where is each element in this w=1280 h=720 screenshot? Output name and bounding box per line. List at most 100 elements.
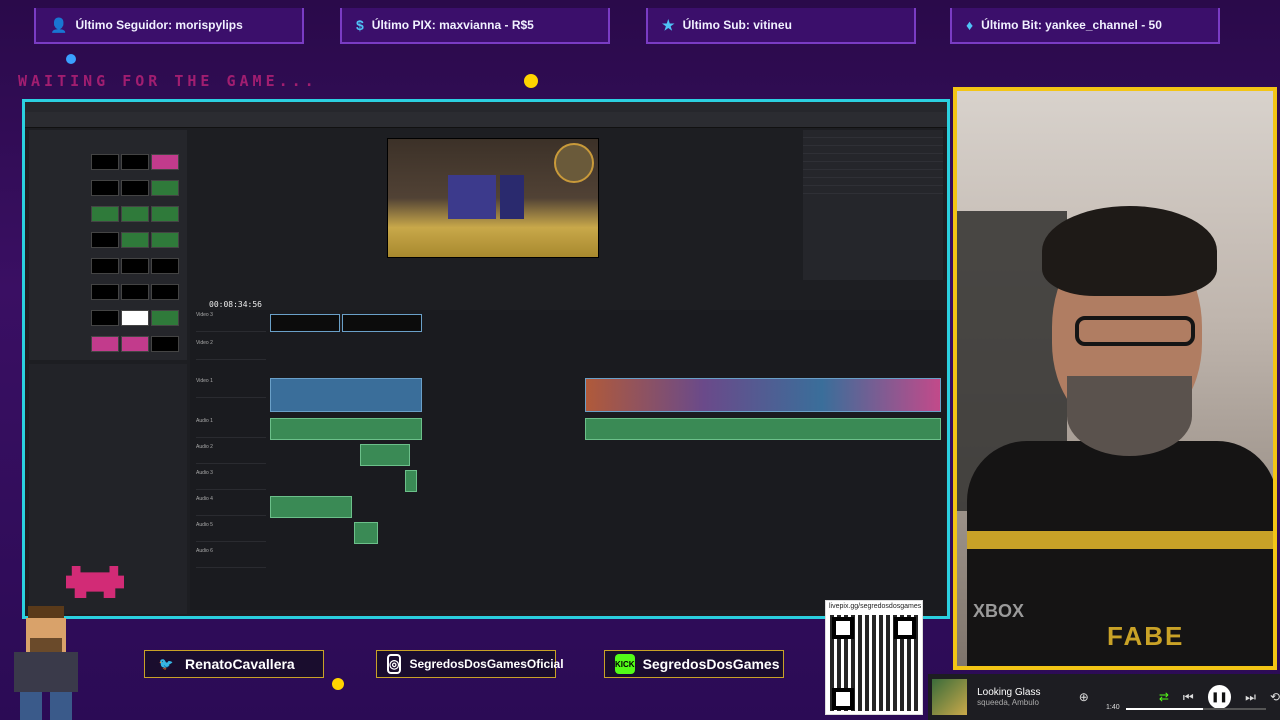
media-thumb[interactable] [91, 206, 119, 222]
track-artist: squeeda, Ambulo [977, 698, 1039, 707]
timeline-clip[interactable] [270, 314, 340, 332]
decor-dot [66, 54, 76, 64]
next-icon[interactable]: ⏭ [1245, 690, 1256, 705]
twitter-icon: 🐦 [158, 657, 174, 671]
media-pool[interactable] [29, 130, 187, 360]
track-label[interactable]: Audio 4 [196, 496, 266, 516]
inspector-row[interactable] [803, 178, 943, 186]
track-label[interactable]: Audio 3 [196, 470, 266, 490]
timeline[interactable]: Video 3 Video 2 Video 1 Audio 1 Audio 2 … [190, 310, 946, 610]
alert-sub-text: Último Sub: vitineu [682, 18, 792, 32]
alert-pix-text: Último PIX: maxvianna - R$5 [371, 18, 534, 32]
timeline-clip[interactable] [270, 496, 352, 518]
webcam-feed: XBOX FABE [953, 87, 1277, 670]
repeat-icon[interactable]: ⟲ [1270, 690, 1280, 704]
media-thumb[interactable] [121, 206, 149, 222]
inspector-row[interactable] [803, 130, 943, 138]
editor-menubar[interactable] [25, 102, 947, 112]
pause-button[interactable]: ❚❚ [1207, 685, 1232, 709]
viewer-scene-shape [500, 175, 524, 219]
media-thumb[interactable] [121, 154, 149, 170]
track-label[interactable]: Audio 1 [196, 418, 266, 438]
track-label[interactable]: Video 1 [196, 378, 266, 398]
track-time: 1:40 [1106, 704, 1120, 711]
webcam-shirt-text: FABE [1107, 621, 1185, 651]
timeline-clip[interactable] [270, 418, 422, 440]
track-meta: Looking Glass squeeda, Ambulo [977, 687, 1065, 707]
media-thumb[interactable] [121, 310, 149, 326]
media-thumb[interactable] [151, 180, 179, 196]
user-icon: 👤 [50, 16, 68, 33]
timeline-timecode: 00:08:34:56 [209, 300, 262, 309]
media-thumb[interactable] [121, 258, 149, 274]
timeline-clip[interactable] [585, 418, 941, 440]
media-thumb[interactable] [151, 258, 179, 274]
timeline-clip[interactable] [354, 522, 378, 544]
kick-icon: KICK [615, 654, 635, 674]
dollar-icon: $ [356, 17, 364, 33]
social-instagram: ◎ SegredosDosGamesOficial [376, 650, 564, 678]
webcam-shirt-stripe [967, 531, 1273, 549]
shuffle-icon[interactable]: ⇄ [1159, 690, 1169, 704]
media-thumb[interactable] [91, 310, 119, 326]
timeline-clip[interactable] [585, 378, 941, 412]
track-title: Looking Glass [977, 687, 1041, 698]
waiting-banner: WAITING FOR THE GAME... [18, 72, 318, 90]
timeline-clip[interactable] [405, 470, 417, 492]
diamond-icon: ♦ [966, 17, 974, 33]
track-label[interactable]: Video 2 [196, 340, 266, 360]
instagram-handle: SegredosDosGamesOficial [409, 657, 564, 671]
social-twitter: 🐦 RenatoCavallera [144, 650, 324, 678]
inspector-row[interactable] [803, 146, 943, 154]
donation-qr-code: livepix.gg/segredosdosgames [825, 600, 923, 715]
inspector-row[interactable] [803, 186, 943, 194]
media-thumb[interactable] [151, 336, 179, 352]
alert-follower-text: Último Seguidor: morispylips [75, 18, 243, 32]
twitter-handle: RenatoCavallera [185, 656, 295, 672]
media-thumb[interactable] [91, 336, 119, 352]
track-progress[interactable] [1126, 708, 1266, 710]
alert-last-sub: ★ Último Sub: vitineu [646, 8, 916, 44]
track-label[interactable]: Video 3 [196, 312, 266, 332]
media-thumb[interactable] [91, 284, 119, 300]
media-thumb[interactable] [121, 336, 149, 352]
media-thumb[interactable] [151, 232, 179, 248]
media-thumb[interactable] [121, 284, 149, 300]
now-playing-widget[interactable]: Looking Glass squeeda, Ambulo ⊕ ⇄ ⏮ ❚❚ ⏭… [928, 674, 1280, 720]
webcam-shirt-logo: XBOX [973, 601, 1025, 621]
inspector-row[interactable] [803, 170, 943, 178]
webcam-glasses [1075, 316, 1195, 346]
media-thumb[interactable] [121, 180, 149, 196]
inspector-row[interactable] [803, 154, 943, 162]
inspector-row[interactable] [803, 162, 943, 170]
track-label[interactable]: Audio 5 [196, 522, 266, 542]
timeline-clip[interactable] [342, 314, 422, 332]
preview-viewer[interactable] [387, 138, 599, 258]
media-thumb[interactable] [91, 232, 119, 248]
previous-icon[interactable]: ⏮ [1183, 690, 1194, 705]
track-label[interactable]: Audio 2 [196, 444, 266, 464]
media-thumb[interactable] [91, 154, 119, 170]
editor-toolbar[interactable] [25, 112, 947, 128]
media-thumb[interactable] [151, 310, 179, 326]
inspector-row[interactable] [803, 138, 943, 146]
album-cover [932, 679, 968, 715]
video-editor-window[interactable]: 00:08:34:56 Video 3 Video 2 Video 1 Audi… [22, 99, 950, 619]
inspector-panel[interactable] [803, 130, 943, 280]
qr-corner [832, 617, 854, 639]
kick-handle: SegredosDosGames [642, 656, 780, 672]
media-thumb[interactable] [91, 180, 119, 196]
media-thumb[interactable] [121, 232, 149, 248]
media-thumb[interactable] [151, 206, 179, 222]
timeline-clip[interactable] [360, 444, 410, 466]
alert-last-follower: 👤 Último Seguidor: morispylips [34, 8, 304, 44]
timeline-clip[interactable] [270, 378, 422, 412]
media-thumb[interactable] [91, 258, 119, 274]
media-thumb[interactable] [151, 154, 179, 170]
alert-last-bit: ♦ Último Bit: yankee_channel - 50 [950, 8, 1220, 44]
alert-last-pix: $ Último PIX: maxvianna - R$5 [340, 8, 610, 44]
media-thumb[interactable] [151, 284, 179, 300]
track-label[interactable]: Audio 6 [196, 548, 266, 568]
star-icon: ★ [662, 16, 675, 33]
add-icon[interactable]: ⊕ [1079, 690, 1089, 704]
